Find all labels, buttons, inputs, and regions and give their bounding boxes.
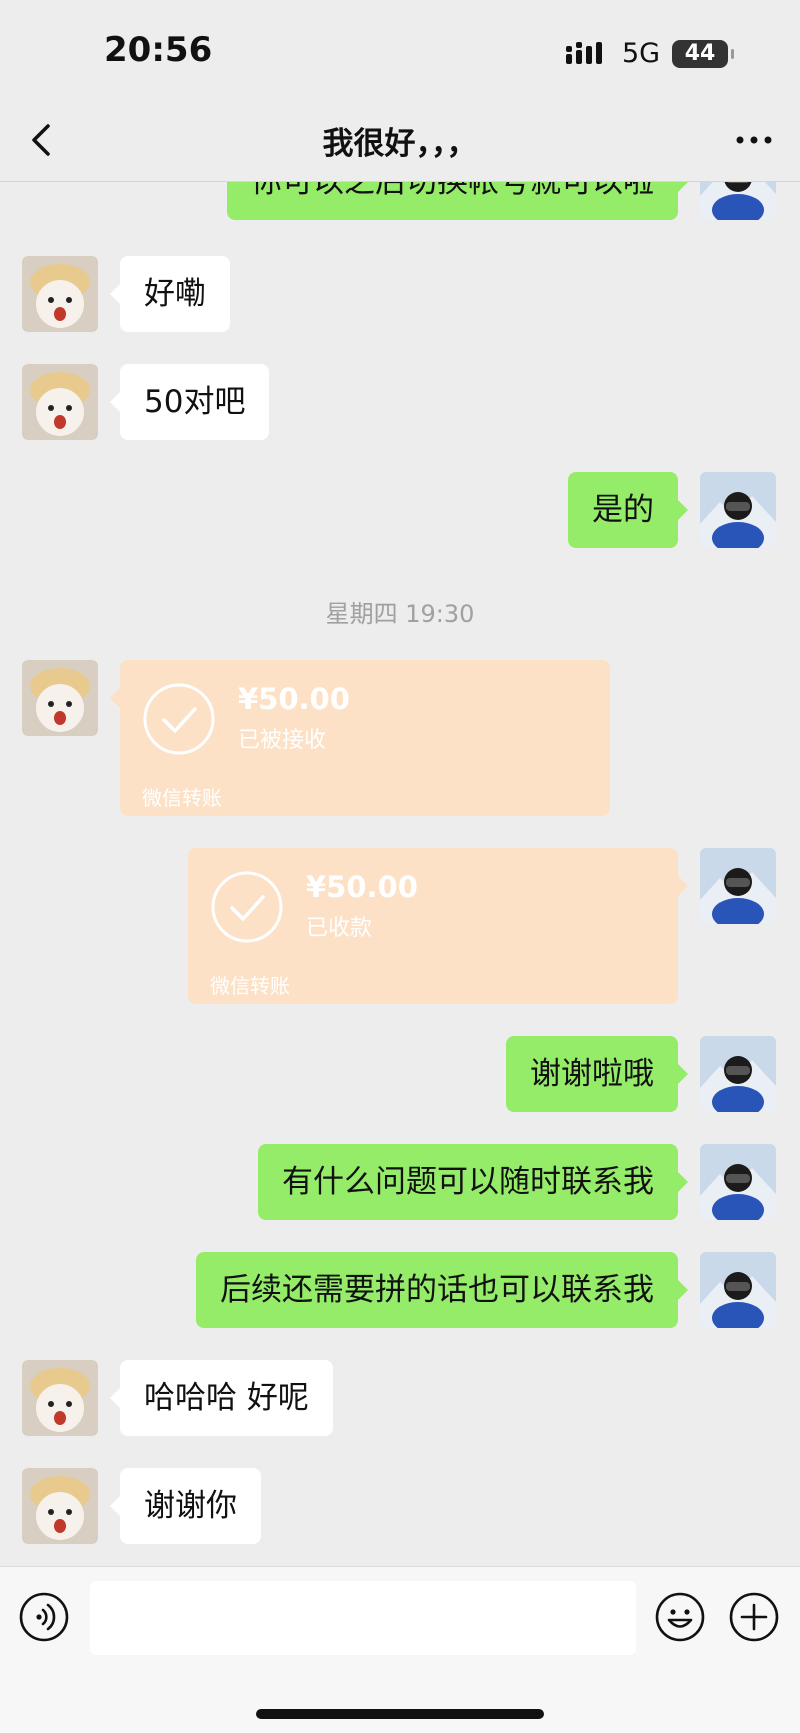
my-avatar[interactable] (700, 182, 776, 220)
more-icon[interactable] (734, 124, 774, 156)
my-avatar[interactable] (700, 1036, 776, 1112)
emoji-icon[interactable] (654, 1591, 706, 1643)
message-received[interactable]: 好嘞 (110, 256, 230, 332)
message-list[interactable]: 你可以之后切换帐号就可以啦 好嘞 50对吧 是的 星期四 19:30 ¥50.0… (0, 182, 800, 1566)
contact-avatar[interactable] (22, 660, 98, 736)
message-sent[interactable]: 后续还需要拼的话也可以联系我 (196, 1252, 688, 1328)
network-label: 5G (622, 38, 661, 69)
transfer-status: 已被接收 (238, 728, 327, 753)
transfer-label: 微信转账 (142, 786, 222, 810)
contact-avatar[interactable] (22, 256, 98, 332)
plus-icon[interactable] (728, 1591, 780, 1643)
my-avatar[interactable] (700, 848, 776, 924)
check-circle-icon (143, 683, 215, 755)
transfer-amount: ¥50.00 (306, 870, 418, 904)
chat-header: 我很好，，， (0, 100, 800, 182)
transfer-label: 微信转账 (210, 974, 290, 998)
voice-icon[interactable] (18, 1591, 70, 1643)
input-bar (0, 1566, 800, 1733)
message-sent[interactable]: 有什么问题可以随时联系我 (258, 1144, 688, 1220)
message-sent[interactable]: 你可以之后切换帐号就可以啦 (227, 182, 688, 220)
contact-avatar[interactable] (22, 1468, 98, 1544)
message-input[interactable] (90, 1581, 636, 1655)
home-indicator[interactable] (256, 1709, 544, 1719)
message-sent[interactable]: 谢谢啦哦 (506, 1036, 688, 1112)
signal-icon (566, 42, 602, 64)
check-circle-icon (211, 871, 283, 943)
transfer-status: 已收款 (306, 916, 373, 941)
message-received[interactable]: 谢谢你 (110, 1468, 261, 1544)
chat-title: 我很好，，， (322, 126, 478, 162)
transfer-card[interactable]: ¥50.00 已被接收 微信转账 (110, 660, 610, 816)
transfer-amount: ¥50.00 (238, 682, 350, 716)
chevron-left-icon[interactable] (22, 118, 66, 162)
my-avatar[interactable] (700, 1252, 776, 1328)
my-avatar[interactable] (700, 472, 776, 548)
status-time: 20:56 (104, 30, 213, 70)
battery-indicator: 44 (672, 40, 734, 68)
transfer-card[interactable]: ¥50.00 已收款 微信转账 (188, 848, 688, 1004)
message-received[interactable]: 哈哈哈 好呢 (110, 1360, 333, 1436)
contact-avatar[interactable] (22, 364, 98, 440)
message-timestamp: 星期四 19:30 (325, 600, 475, 628)
message-sent[interactable]: 是的 (568, 472, 688, 548)
contact-avatar[interactable] (22, 1360, 98, 1436)
message-received[interactable]: 50对吧 (109, 364, 270, 440)
status-bar: 20:56 5G 44 (0, 0, 800, 100)
my-avatar[interactable] (700, 1144, 776, 1220)
